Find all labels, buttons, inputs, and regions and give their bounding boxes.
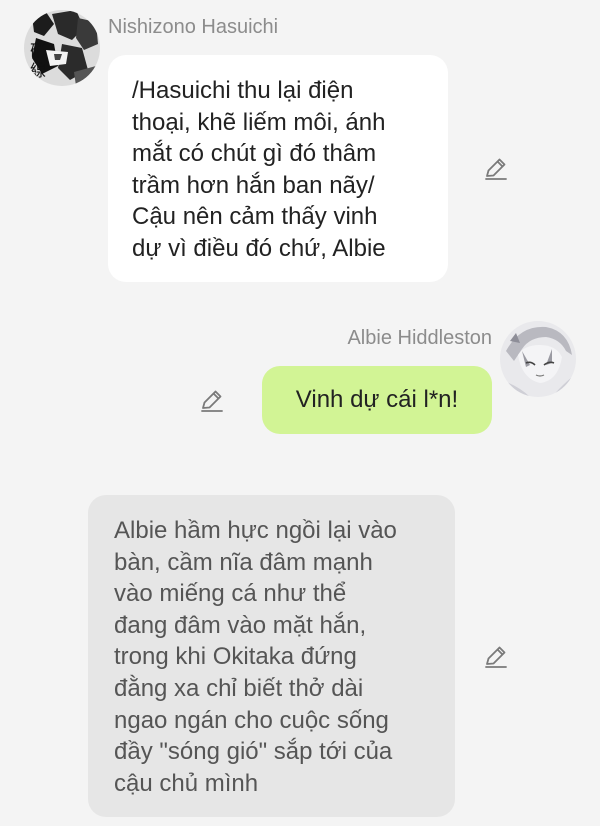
message-line: Vinh dự cái l*n! [295, 386, 459, 413]
message-line: dự vì điều đó chứ, Albie [132, 234, 386, 262]
narration-line: cậu chủ mình [114, 769, 259, 797]
pencil-icon [485, 646, 507, 668]
message-line: thoại, khẽ liếm môi, ánh [132, 108, 386, 136]
sender-name-albie: Albie Hiddleston [347, 327, 492, 349]
message-line: mắt có chút gì đó thâm [132, 140, 377, 167]
pencil-icon [201, 390, 223, 412]
sender-name-nishizono: Nishizono Hasuichi [108, 16, 279, 38]
narration-line: đang đâm vào mặt hắn, [114, 611, 367, 639]
message-bubble-albie[interactable]: Vinh dự cái l*n! [262, 366, 492, 434]
narration-line: đằng xa chỉ biết thở dài [114, 674, 364, 702]
avatar-albie[interactable] [500, 321, 576, 397]
narration-line: Albie hầm hực ngồi lại vào [114, 517, 397, 544]
avatar-nishizono[interactable]: 硝 線 [24, 10, 100, 86]
narration-bubble[interactable]: Albie hầm hực ngồi lại vào bàn, cầm nĩa … [88, 495, 455, 817]
edit-message-button[interactable] [197, 385, 227, 415]
avatar-albie-image [500, 321, 576, 397]
edit-message-button[interactable] [481, 641, 511, 671]
narration-line: vào miếng cá như thể [114, 580, 347, 608]
svg-text:線: 線 [30, 61, 46, 80]
edit-message-button[interactable] [481, 153, 511, 183]
message-bubble-nishizono[interactable]: /Hasuichi thu lại điện thoại, khẽ liếm m… [108, 55, 448, 282]
narration-line: trong khi Okitaka đứng [114, 643, 357, 671]
narration-line: đầy "sóng gió" sắp tới của [114, 738, 393, 766]
message-line: Cậu nên cảm thấy vinh [132, 203, 378, 230]
avatar-nishizono-image: 硝 線 [24, 10, 100, 86]
message-line: /Hasuichi thu lại điện [132, 77, 354, 104]
narration-line: ngao ngán cho cuộc sống [114, 706, 389, 734]
narration-line: bàn, cầm nĩa đâm mạnh [114, 548, 373, 576]
svg-text:硝: 硝 [30, 41, 46, 60]
message-line: trầm hơn hắn ban nãy/ [132, 171, 375, 199]
pencil-icon [485, 158, 507, 180]
